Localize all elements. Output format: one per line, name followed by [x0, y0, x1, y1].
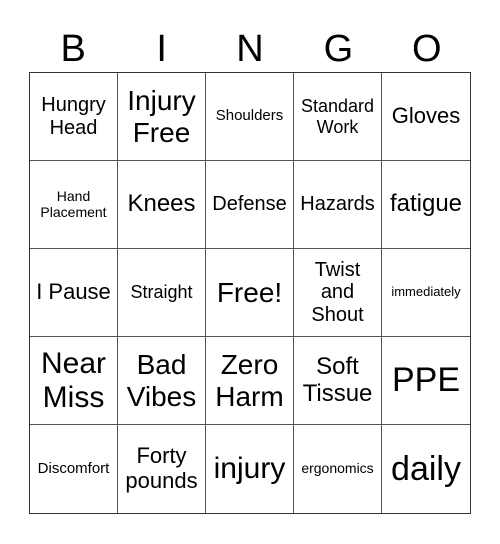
bingo-cell[interactable]: Discomfort: [30, 425, 118, 513]
bingo-cell[interactable]: Zero Harm: [206, 337, 294, 425]
bingo-cell[interactable]: Near Miss: [30, 337, 118, 425]
bingo-cell[interactable]: Soft Tissue: [294, 337, 382, 425]
bingo-cell[interactable]: ergonomics: [294, 425, 382, 513]
bingo-cell[interactable]: Injury Free: [118, 73, 206, 161]
bingo-card-grid: Hungry Head Injury Free Shoulders Standa…: [29, 72, 471, 514]
bingo-cell[interactable]: Defense: [206, 161, 294, 249]
header-letter-b: B: [60, 28, 86, 70]
bingo-cell[interactable]: Twist and Shout: [294, 249, 382, 337]
bingo-header: B I N G O: [29, 26, 471, 72]
header-letter-o: O: [412, 28, 442, 70]
header-letter-i: I: [156, 28, 167, 70]
free-space-cell[interactable]: Free!: [206, 249, 294, 337]
bingo-cell[interactable]: Gloves: [382, 73, 470, 161]
bingo-cell[interactable]: daily: [382, 425, 470, 513]
bingo-cell[interactable]: PPE: [382, 337, 470, 425]
bingo-cell[interactable]: immediately: [382, 249, 470, 337]
bingo-cell[interactable]: Standard Work: [294, 73, 382, 161]
bingo-cell[interactable]: Knees: [118, 161, 206, 249]
bingo-cell[interactable]: Shoulders: [206, 73, 294, 161]
bingo-cell[interactable]: Straight: [118, 249, 206, 337]
bingo-cell[interactable]: Hungry Head: [30, 73, 118, 161]
bingo-cell[interactable]: Hazards: [294, 161, 382, 249]
bingo-cell[interactable]: injury: [206, 425, 294, 513]
bingo-cell[interactable]: I Pause: [30, 249, 118, 337]
header-letter-g: G: [323, 28, 354, 70]
header-letter-n: N: [236, 28, 264, 70]
bingo-cell[interactable]: Hand Placement: [30, 161, 118, 249]
bingo-cell[interactable]: fatigue: [382, 161, 470, 249]
bingo-cell[interactable]: Forty pounds: [118, 425, 206, 513]
bingo-cell[interactable]: Bad Vibes: [118, 337, 206, 425]
